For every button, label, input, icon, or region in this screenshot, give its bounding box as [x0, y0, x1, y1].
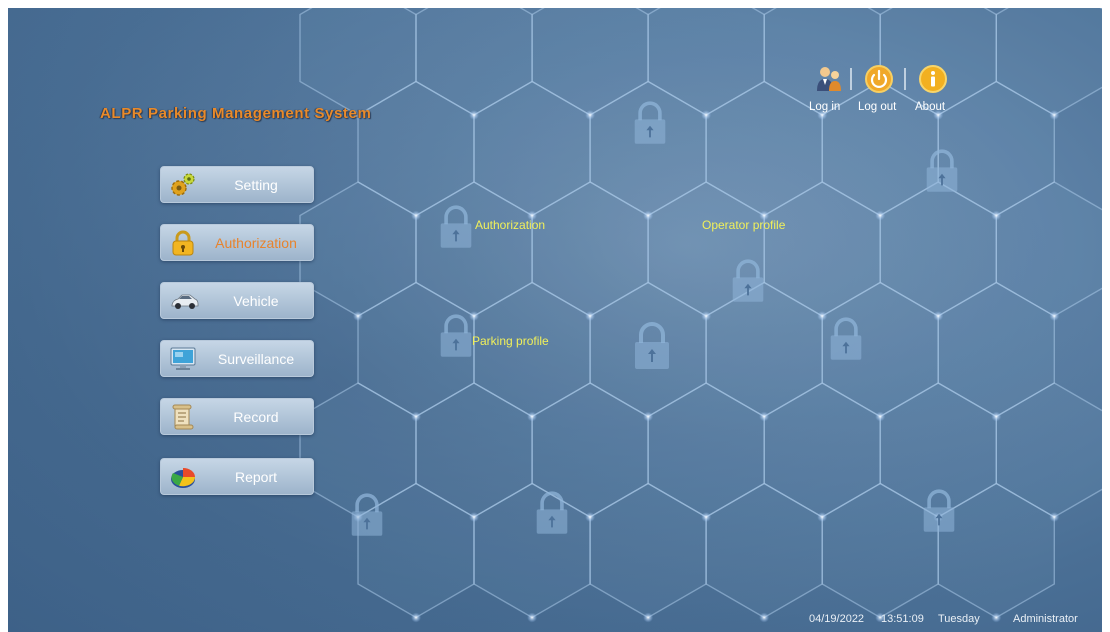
- glow-node: [817, 311, 828, 321]
- menu-setting-label: Setting: [234, 177, 278, 193]
- glow-node: [991, 411, 1002, 422]
- glow-node: [759, 612, 770, 623]
- glow-node: [585, 512, 596, 522]
- glow-node: [411, 612, 422, 623]
- glow-node: [1049, 110, 1060, 120]
- glow-node: [469, 512, 480, 522]
- tile-parking-profile[interactable]: Parking profile: [472, 334, 549, 348]
- glow-node: [469, 311, 480, 321]
- menu-report-button[interactable]: Report: [160, 458, 314, 495]
- login-link[interactable]: Log in: [809, 101, 840, 113]
- menu-authorization-label: Authorization: [215, 235, 297, 251]
- logout-link[interactable]: Log out: [858, 101, 896, 113]
- glow-node: [585, 110, 596, 120]
- app-title: ALPR Parking Management System: [100, 105, 372, 122]
- glow-node: [643, 411, 654, 422]
- header-separator: [850, 68, 852, 90]
- glow-node: [817, 512, 828, 522]
- menu-surveillance-button[interactable]: Surveillance: [160, 340, 314, 377]
- about-link[interactable]: About: [915, 101, 945, 113]
- info-icon[interactable]: [918, 64, 948, 94]
- menu-vehicle-button[interactable]: Vehicle: [160, 282, 314, 319]
- glow-node: [991, 612, 1002, 623]
- menu-report-label: Report: [234, 469, 278, 485]
- glow-node: [1049, 512, 1060, 522]
- glow-node: [411, 210, 422, 221]
- tile-operator-profile[interactable]: Operator profile: [702, 218, 785, 232]
- glow-node: [701, 512, 712, 522]
- glow-node: [469, 110, 480, 120]
- menu-record-button[interactable]: Record: [160, 398, 314, 435]
- glow-node: [759, 411, 770, 422]
- menu-vehicle-label: Vehicle: [233, 293, 279, 309]
- menu-surveillance-label: Surveillance: [217, 351, 295, 367]
- glow-node: [991, 210, 1002, 221]
- status-weekday: Tuesday: [938, 613, 980, 625]
- glow-node: [701, 311, 712, 321]
- glow-node: [1049, 311, 1060, 321]
- monitor-icon: [170, 347, 196, 370]
- padlock-icon: [172, 230, 194, 256]
- glow-node: [875, 411, 886, 422]
- tile-authorization[interactable]: Authorization: [475, 218, 545, 232]
- app-window: ALPR Parking Management System Log in Lo…: [8, 8, 1102, 632]
- glow-node: [527, 411, 538, 422]
- glow-node: [875, 210, 886, 221]
- power-icon[interactable]: [864, 64, 894, 94]
- status-time: 13:51:09: [881, 613, 924, 625]
- glow-node: [643, 210, 654, 221]
- login-icon[interactable]: [814, 64, 844, 94]
- glow-node: [527, 612, 538, 623]
- pie-chart-icon: [171, 468, 196, 488]
- scroll-icon: [172, 404, 194, 430]
- car-icon: [171, 294, 199, 309]
- glow-node: [411, 411, 422, 422]
- gears-icon: [171, 173, 195, 196]
- menu-setting-button[interactable]: Setting: [160, 166, 314, 203]
- glow-node: [933, 311, 944, 321]
- status-date: 04/19/2022: [809, 613, 865, 625]
- glow-node: [701, 110, 712, 120]
- menu-authorization-button[interactable]: Authorization: [160, 224, 314, 261]
- header-separator: [904, 68, 906, 90]
- glow-node: [353, 311, 363, 321]
- menu-record-label: Record: [233, 409, 279, 425]
- glow-node: [643, 612, 654, 623]
- glow-node: [585, 311, 596, 321]
- status-user: Administrator: [1013, 613, 1078, 625]
